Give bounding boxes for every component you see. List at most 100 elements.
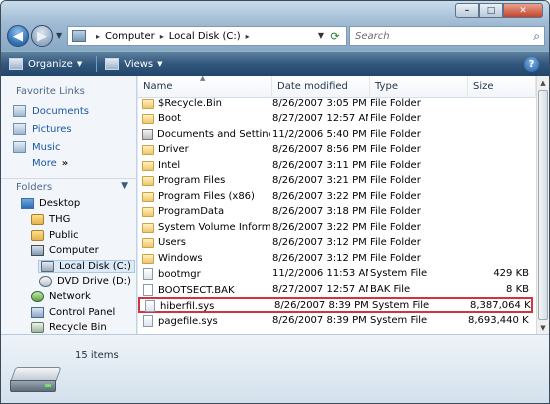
more-links[interactable]: More » (32, 158, 68, 169)
file-name: Program Files (158, 175, 226, 186)
file-type: File Folder (370, 237, 421, 248)
file-name-cell: Windows (142, 253, 270, 264)
music-icon (13, 141, 26, 153)
file-name-cell: Driver (142, 144, 270, 155)
search-input[interactable] (355, 30, 515, 42)
breadcrumb: ▸ Computer ▸ Local Disk (C:) ▸ (91, 31, 255, 42)
desktop-icon (21, 198, 34, 209)
file-row-highlighted[interactable]: hiberfil.sys 8/26/2007 8:39 PM System Fi… (138, 297, 533, 313)
double-chevron-icon: » (61, 158, 69, 169)
file-size: 8,387,064 KB (470, 300, 531, 311)
file-row[interactable]: pagefile.sys 8/26/2007 8:39 PM System Fi… (138, 314, 533, 329)
help-button[interactable]: ? (524, 57, 539, 72)
chevron-right-icon[interactable]: ▸ (160, 32, 164, 41)
scroll-down-button[interactable]: ▼ (537, 321, 549, 334)
recent-pages-dropdown[interactable]: ▼ (56, 31, 62, 40)
favorite-documents[interactable]: Documents (13, 105, 89, 117)
file-name: BOOTSECT.BAK (158, 284, 235, 296)
close-button[interactable]: ✕ (503, 3, 543, 18)
file-name: Windows (158, 253, 203, 264)
address-dropdown-button[interactable]: ▼ (318, 31, 324, 40)
favorite-pictures[interactable]: Pictures (13, 123, 72, 135)
views-label: Views (124, 58, 154, 70)
column-header-size[interactable]: Size (468, 76, 536, 98)
file-row[interactable]: ProgramData 8/26/2007 3:18 PM File Folde… (138, 205, 533, 220)
breadcrumb-local-disk[interactable]: Local Disk (C:) (169, 31, 241, 42)
file-type: File Folder (370, 175, 421, 186)
tree-item-network[interactable]: Network (31, 291, 91, 302)
forward-button[interactable]: ▶ (31, 25, 53, 47)
tree-item-desktop[interactable]: Desktop (21, 198, 80, 209)
file-name: Boot (158, 113, 182, 124)
file-name: Users (158, 237, 187, 248)
file-row[interactable]: Driver 8/26/2007 8:56 PM File Folder (138, 143, 533, 158)
tree-item-recycle-bin[interactable]: Recycle Bin (31, 322, 107, 333)
file-date: 8/27/2007 12:57 AM (272, 284, 368, 295)
navigation-pane: Favorite Links Documents Pictures Music … (1, 76, 137, 334)
file-name: Intel (158, 160, 181, 171)
system-file-icon (143, 315, 153, 327)
tree-item-label: Control Panel (49, 307, 116, 318)
arrow-left-icon: ◀ (13, 28, 23, 44)
address-bar[interactable]: ▸ Computer ▸ Local Disk (C:) ▸ ▼ ⟳ (67, 26, 347, 46)
file-size: 8 KB (506, 284, 529, 295)
file-type: File Folder (370, 206, 421, 217)
file-row[interactable]: Boot 8/27/2007 12:57 AM File Folder (138, 112, 533, 127)
command-bar: Organize ▼ Views ▼ ? (1, 51, 549, 76)
tree-item-public[interactable]: Public (31, 230, 79, 241)
minimize-button[interactable]: – (455, 3, 479, 18)
scroll-thumb[interactable] (538, 90, 548, 320)
file-type: System File (370, 315, 428, 326)
file-type: System File (372, 300, 430, 311)
file-row[interactable]: bootmgr 11/2/2006 11:53 AM System File 4… (138, 267, 533, 282)
breadcrumb-computer[interactable]: Computer (105, 31, 155, 42)
chevron-down-icon: ▼ (121, 181, 128, 191)
chevron-down-icon: ▼ (157, 60, 163, 68)
file-row[interactable]: Documents and Settings 11/2/2006 5:40 PM… (138, 128, 533, 143)
vertical-scrollbar[interactable]: ▲ ▼ (536, 76, 549, 334)
column-header-type[interactable]: Type (370, 76, 468, 98)
shortcut-folder-icon (142, 129, 153, 140)
column-header-date-modified[interactable]: Date modified (272, 76, 370, 98)
tree-item-control-panel[interactable]: Control Panel (31, 307, 115, 318)
title-bar: – □ ✕ ◀ ▶ ▼ ▸ Computer ▸ Local Disk (C:)… (1, 1, 549, 51)
chevron-right-icon[interactable]: ▸ (96, 32, 100, 41)
tree-item-label: Recycle Bin (49, 322, 107, 333)
folders-label: Folders (16, 182, 53, 193)
file-row[interactable]: $Recycle.Bin 8/26/2007 3:05 PM File Fold… (138, 97, 533, 112)
file-name-cell: Documents and Settings (142, 129, 270, 140)
tree-item-computer[interactable]: Computer (31, 245, 99, 256)
column-header-name[interactable]: ▲ Name (138, 74, 272, 98)
system-file-icon (143, 268, 153, 280)
chevron-right-icon[interactable]: ▸ (246, 32, 250, 41)
hard-drive-icon (41, 261, 54, 272)
recycle-bin-icon (31, 322, 44, 333)
file-name: $Recycle.Bin (158, 98, 223, 109)
back-button[interactable]: ◀ (7, 25, 29, 47)
tree-item-local-disk-c[interactable]: Local Disk (C:) (38, 260, 135, 273)
folder-icon (142, 98, 154, 109)
file-row[interactable]: Program Files 8/26/2007 3:21 PM File Fol… (138, 174, 533, 189)
file-row[interactable]: Program Files (x86) 8/26/2007 3:22 PM Fi… (138, 190, 533, 205)
tree-item-thg[interactable]: THG (31, 214, 70, 225)
documents-icon (13, 105, 26, 117)
file-row[interactable]: Users 8/26/2007 3:12 PM File Folder (138, 236, 533, 251)
views-button[interactable]: Views ▼ (105, 58, 163, 70)
search-icon[interactable]: ⌕ (533, 29, 540, 44)
file-row[interactable]: Intel 8/26/2007 3:11 PM File Folder (138, 159, 533, 174)
maximize-button[interactable]: □ (479, 3, 503, 18)
file-row[interactable]: Windows 8/26/2007 3:12 PM File Folder (138, 252, 533, 267)
refresh-button[interactable]: ⟳ (327, 29, 343, 43)
organize-button[interactable]: Organize ▼ (9, 58, 82, 70)
file-icon (143, 284, 153, 296)
file-name-cell: Program Files (142, 175, 270, 186)
file-row[interactable]: System Volume Inform... 8/26/2007 3:22 P… (138, 221, 533, 236)
scroll-up-button[interactable]: ▲ (537, 76, 549, 89)
user-folder-icon (31, 230, 44, 241)
tree-item-dvd-drive-d[interactable]: DVD Drive (D:) (39, 276, 131, 287)
file-name: Program Files (x86) (158, 191, 255, 202)
favorite-music[interactable]: Music (13, 141, 60, 153)
file-row[interactable]: BOOTSECT.BAK 8/27/2007 12:57 AM BAK File… (138, 283, 533, 298)
file-date: 8/26/2007 8:39 PM (272, 315, 367, 326)
folders-toggle[interactable]: Folders ▼ (1, 178, 136, 196)
